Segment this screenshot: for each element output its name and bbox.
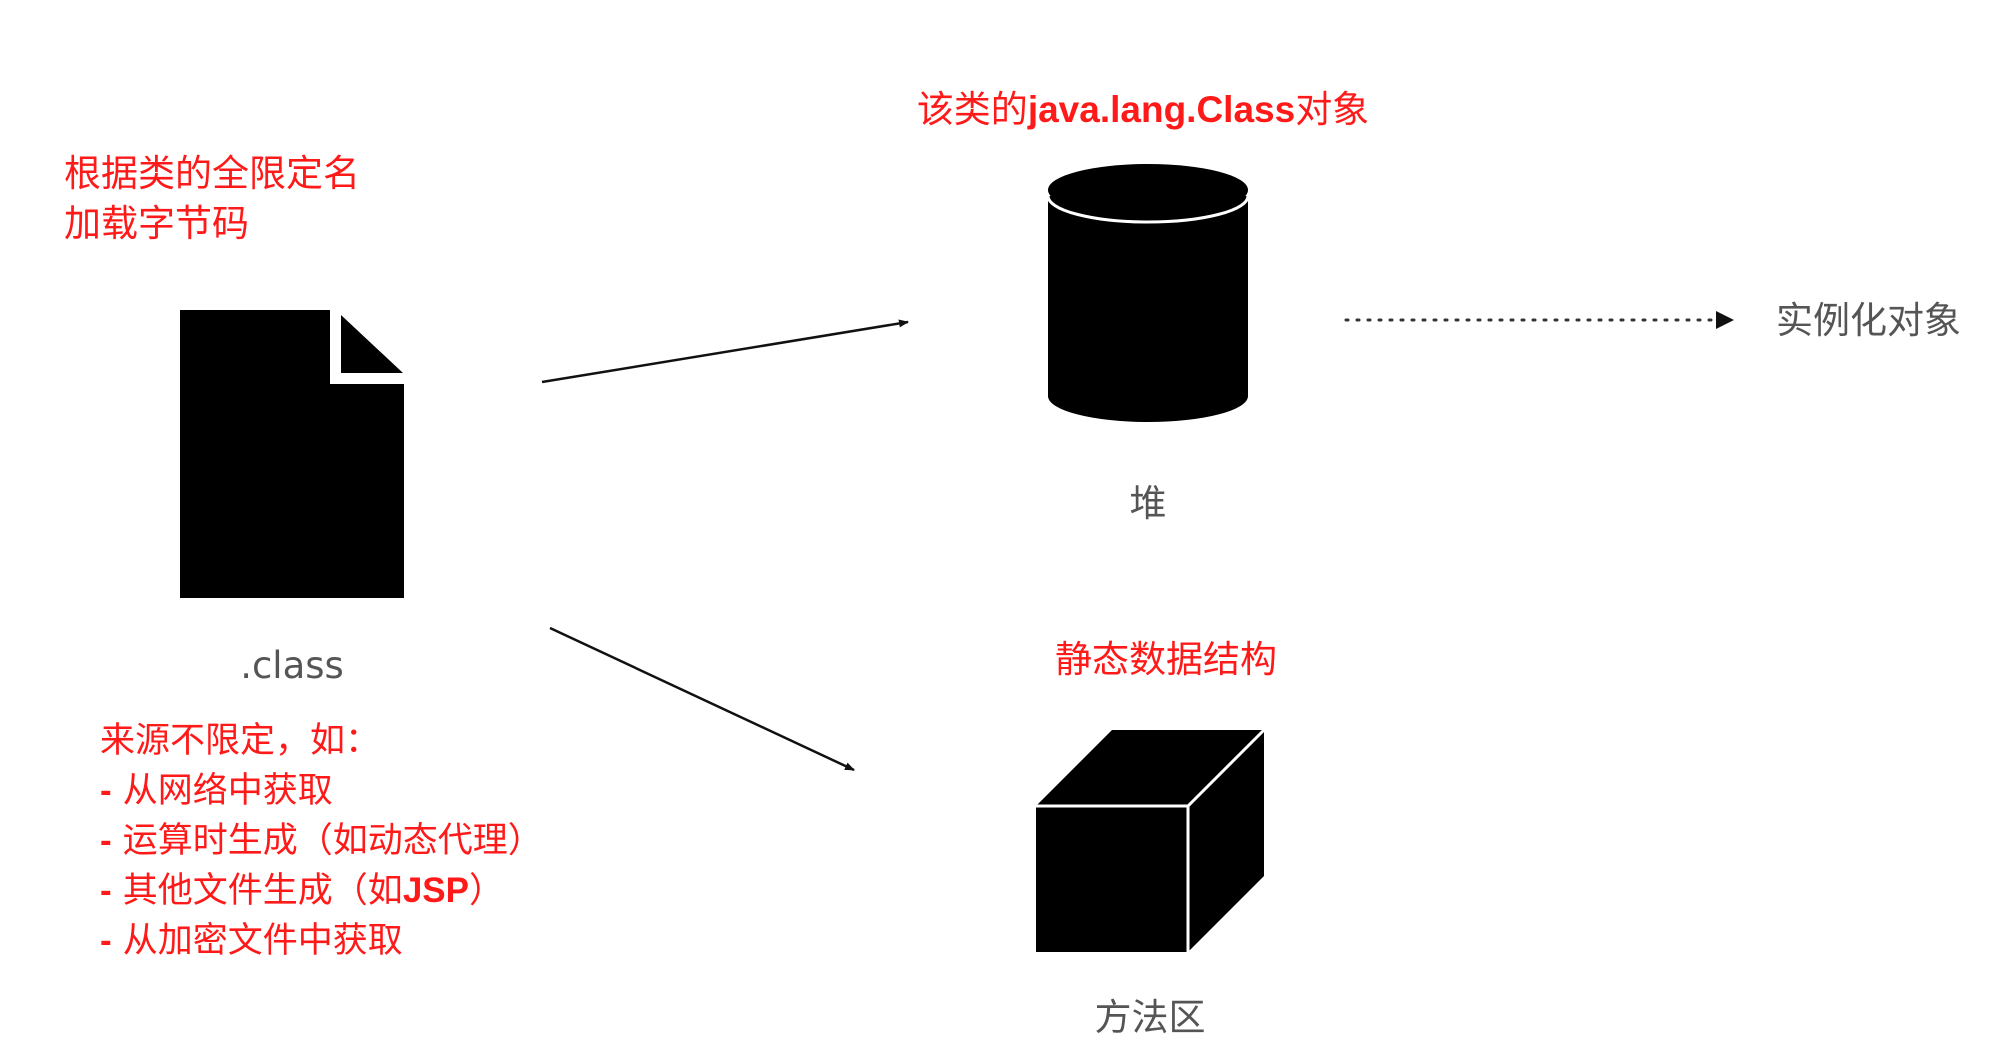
class-file-label: .class xyxy=(240,644,344,687)
cylinder-icon xyxy=(1046,164,1250,422)
source-item: - 从加密文件中获取 xyxy=(100,921,403,961)
method-area-label: 方法区 xyxy=(1095,996,1206,1039)
loader-note-line1: 根据类的全限定名 xyxy=(64,152,360,195)
loader-note-line2: 加载字节码 xyxy=(64,202,249,245)
sources-list: 来源不限定，如： - 从网络中获取 - 运算时生成（如动态代理） - 其他文件生… xyxy=(100,721,543,961)
sources-heading: 来源不限定，如： xyxy=(100,721,380,761)
diagram-canvas: 根据类的全限定名 加载字节码 .class 来源不限定，如： - 从网络中获取 … xyxy=(64,88,1961,1039)
source-item: - 运算时生成（如动态代理） xyxy=(100,821,543,861)
source-item: - 其他文件生成（如JSP） xyxy=(100,871,504,911)
document-icon xyxy=(180,310,404,598)
arrow-to-heap xyxy=(541,319,909,384)
instance-label: 实例化对象 xyxy=(1776,299,1961,342)
method-area-caption: 静态数据结构 xyxy=(1055,638,1277,681)
heap-caption: 该类的java.lang.Class对象 xyxy=(917,88,1369,131)
heap-label: 堆 xyxy=(1130,482,1167,525)
cube-icon xyxy=(1036,728,1266,952)
dotted-arrow-head xyxy=(1716,311,1734,329)
source-item: - 从网络中获取 xyxy=(100,771,333,811)
arrow-to-method-area xyxy=(549,626,855,772)
